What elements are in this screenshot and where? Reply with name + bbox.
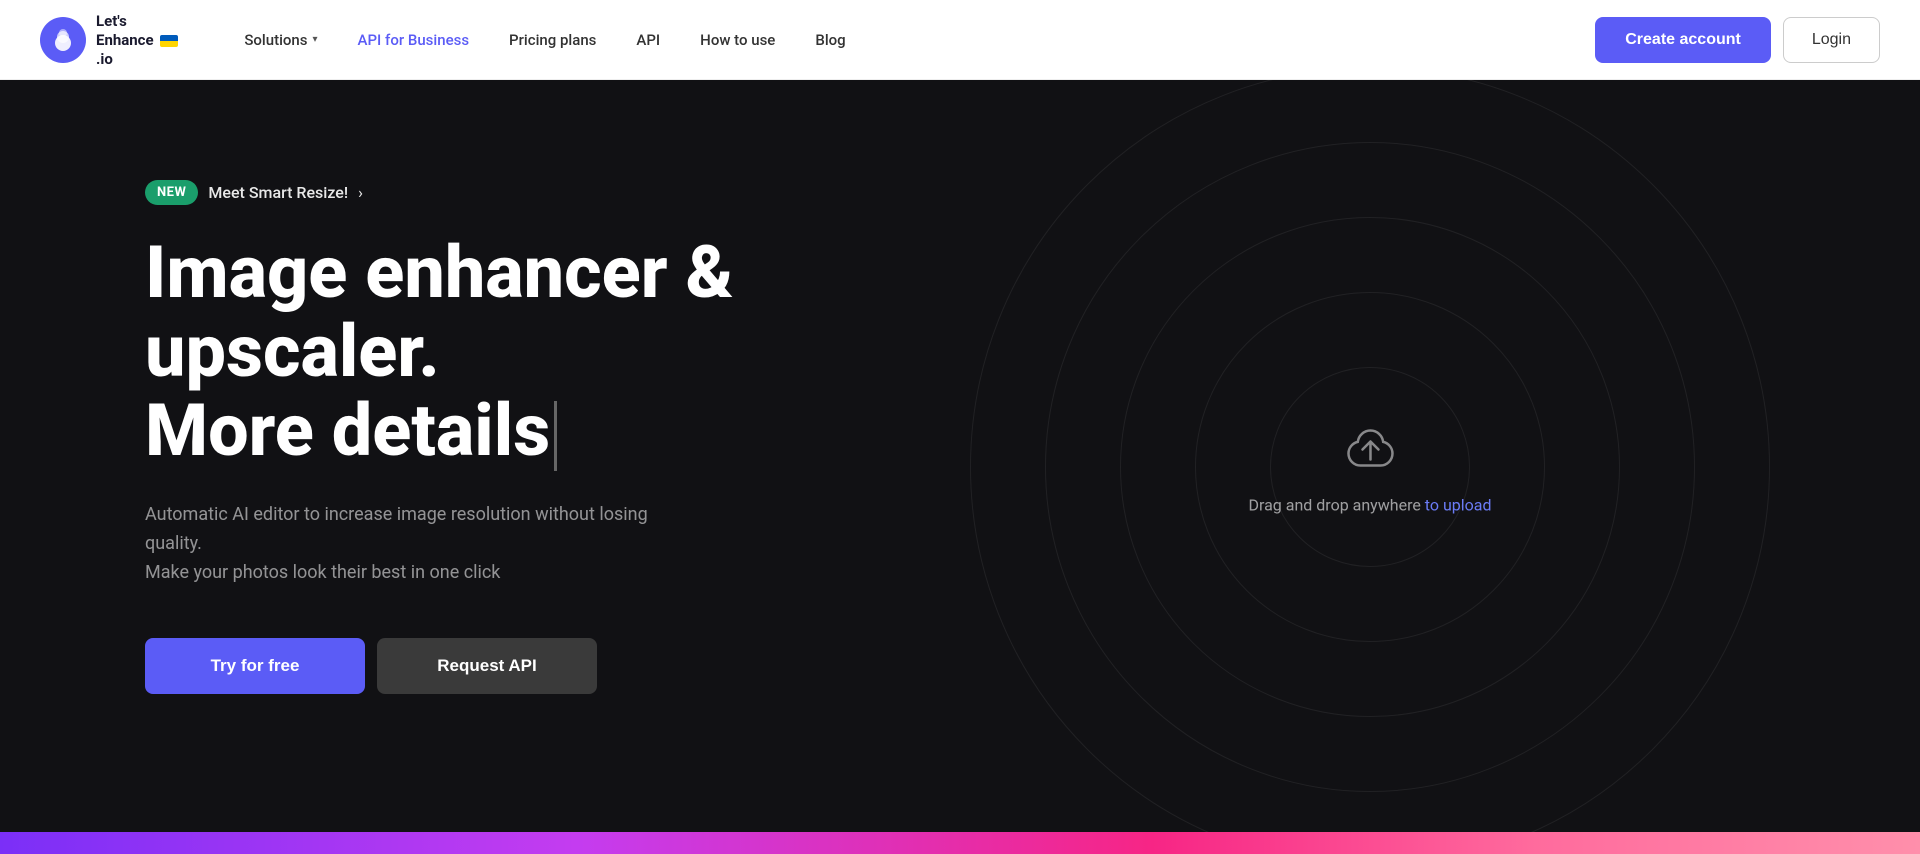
new-badge: NEW (145, 180, 198, 205)
create-account-button[interactable]: Create account (1595, 17, 1771, 63)
badge-text: Meet Smart Resize! (208, 183, 348, 202)
nav-blog[interactable]: Blog (799, 23, 861, 57)
main-nav: Solutions ▾ API for Business Pricing pla… (228, 23, 1595, 57)
hero-content: NEW Meet Smart Resize! › Image enhancer … (0, 140, 900, 694)
logo-icon (40, 17, 86, 63)
site-header: Let'sEnhance .io Solutions ▾ API for Bus… (0, 0, 1920, 80)
upload-zone[interactable]: Drag and drop anywhere to upload (1248, 420, 1491, 515)
nav-pricing[interactable]: Pricing plans (493, 23, 612, 57)
header-actions: Create account Login (1595, 17, 1880, 63)
login-button[interactable]: Login (1783, 17, 1880, 63)
hero-subtitle: Automatic AI editor to increase image re… (145, 501, 705, 587)
badge-arrow-icon: › (358, 183, 363, 202)
nav-api[interactable]: API (620, 23, 676, 57)
new-badge-area[interactable]: NEW Meet Smart Resize! › (145, 180, 900, 205)
hero-section: Drag and drop anywhere to upload NEW Mee… (0, 80, 1920, 854)
chevron-down-icon: ▾ (313, 34, 318, 45)
nav-api-business[interactable]: API for Business (342, 23, 486, 57)
upload-link[interactable]: to upload (1425, 496, 1492, 515)
hero-title: Image enhancer & upscaler. More details (145, 233, 900, 471)
upload-text: Drag and drop anywhere to upload (1248, 496, 1491, 515)
ukraine-flag-icon (160, 35, 178, 47)
try-free-button[interactable]: Try for free (145, 638, 365, 694)
hero-title-line1: Image enhancer & upscaler. (145, 230, 733, 394)
upload-area-decoration[interactable]: Drag and drop anywhere to upload (1020, 117, 1720, 817)
logo-text: Let'sEnhance .io (96, 11, 178, 68)
bottom-gradient-bar (0, 832, 1920, 854)
nav-solutions[interactable]: Solutions ▾ (228, 23, 333, 57)
upload-cloud-icon (1340, 420, 1400, 480)
logo-link[interactable]: Let'sEnhance .io (40, 11, 178, 68)
text-cursor (554, 401, 557, 471)
nav-how-to-use[interactable]: How to use (684, 23, 791, 57)
hero-title-line2: More details (145, 388, 550, 473)
hero-buttons: Try for free Request API (145, 638, 900, 694)
request-api-button[interactable]: Request API (377, 638, 597, 694)
